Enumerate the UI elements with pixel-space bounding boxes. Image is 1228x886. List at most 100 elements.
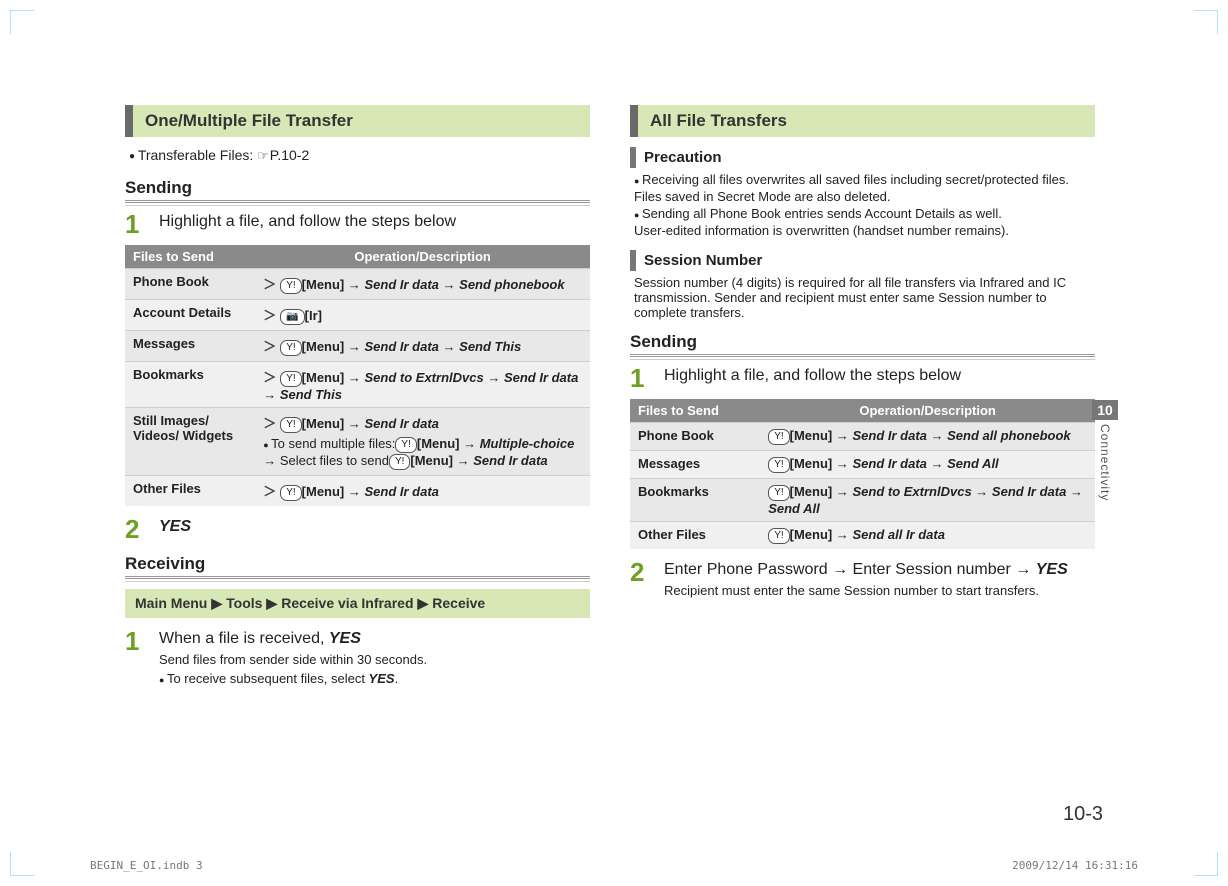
op-token: [Ir] bbox=[305, 308, 322, 323]
op-token: [Menu] bbox=[790, 527, 833, 542]
page-content: One/Multiple File Transfer Transferable … bbox=[125, 105, 1095, 785]
row-label: Bookmarks bbox=[630, 479, 760, 522]
bullet-icon: ● bbox=[263, 440, 271, 450]
cross-ref-icon bbox=[257, 148, 270, 163]
op-token: Send to ExtrnlDvcs bbox=[365, 370, 484, 385]
menu-path-item: Receive bbox=[432, 595, 485, 611]
op-token: Multiple-choice bbox=[480, 436, 575, 451]
right-ops-table: Files to Send Operation/Description Phon… bbox=[630, 399, 1095, 549]
right-column: All File Transfers Precaution Receiving … bbox=[630, 105, 1095, 785]
op-token: [Menu] bbox=[790, 456, 833, 471]
op-token: Send Ir data bbox=[992, 484, 1066, 499]
table-row: Messages＞Y![Menu] → Send Ir data → Send … bbox=[125, 331, 590, 362]
op-token: [Menu] bbox=[302, 339, 345, 354]
recv-sub2-end: . bbox=[395, 671, 399, 686]
precaution-block: Precaution Receiving all files overwrite… bbox=[630, 147, 1095, 238]
row-label: Phone Book bbox=[125, 269, 255, 300]
left-step-2: 2 YES bbox=[125, 516, 590, 542]
step-body: Highlight a file, and follow the steps b… bbox=[664, 365, 1095, 385]
transferable-files-label: Transferable Files: bbox=[138, 147, 253, 163]
session-number-body: Session number (4 digits) is required fo… bbox=[630, 275, 1095, 320]
softkey-icon: Y! bbox=[280, 278, 301, 294]
row-label: Messages bbox=[125, 331, 255, 362]
menu-path-separator-icon: ▶ bbox=[211, 595, 222, 611]
table-header-op: Operation/Description bbox=[760, 399, 1095, 423]
op-token: Send This bbox=[459, 339, 521, 354]
softkey-icon: 📷 bbox=[280, 309, 304, 325]
op-token: Send All bbox=[947, 456, 999, 471]
bullet-icon bbox=[159, 671, 167, 686]
op-token: Send Ir data bbox=[504, 370, 578, 385]
op-token: Send Ir data bbox=[852, 428, 926, 443]
footer-meta: BEGIN_E_OI.indb 3 2009/12/14 16:31:16 bbox=[90, 859, 1138, 872]
row-operation: ＞Y![Menu] → Send Ir data → Send This bbox=[255, 331, 590, 362]
chevron-icon: ＞ bbox=[263, 308, 276, 323]
softkey-icon: Y! bbox=[280, 371, 301, 387]
receiving-step-1: 1 When a file is received, YES Send file… bbox=[125, 628, 590, 686]
op-token: [Menu] bbox=[302, 370, 345, 385]
softkey-icon: Y! bbox=[280, 485, 301, 501]
step-number: 2 bbox=[630, 559, 650, 585]
row-operation: ＞Y![Menu] → Send Ir data● To send multip… bbox=[255, 408, 590, 476]
left-step-1: 1 Highlight a file, and follow the steps… bbox=[125, 211, 590, 237]
op-token: Send This bbox=[280, 387, 342, 402]
recv-sub2-yes: YES bbox=[369, 671, 395, 686]
softkey-icon: Y! bbox=[395, 437, 416, 453]
op-token: [Menu] bbox=[302, 416, 345, 431]
menu-path-bar: Main Menu▶Tools▶Receive via Infrared▶Rec… bbox=[125, 589, 590, 618]
row-label: Messages bbox=[630, 451, 760, 479]
side-tab: 10 Connectivity bbox=[1092, 400, 1118, 501]
op-token: Select files to send bbox=[280, 453, 389, 468]
op-token: Send Ir data bbox=[365, 339, 439, 354]
row-label: Phone Book bbox=[630, 423, 760, 451]
receiving-heading: Receiving bbox=[125, 554, 590, 579]
op-token: Send Ir data bbox=[365, 416, 439, 431]
transferable-files-line: Transferable Files: P.10-2 bbox=[129, 147, 590, 164]
footer-left: BEGIN_E_OI.indb 3 bbox=[90, 859, 203, 872]
session-number-block: Session Number Session number (4 digits)… bbox=[630, 250, 1095, 320]
chevron-icon: ＞ bbox=[263, 277, 276, 292]
chevron-icon: ＞ bbox=[263, 370, 276, 385]
step-number: 1 bbox=[125, 211, 145, 237]
step-body: YES bbox=[159, 516, 590, 536]
op-token: Send all phonebook bbox=[947, 428, 1071, 443]
step-body: Enter Phone Password → Enter Session num… bbox=[664, 559, 1095, 598]
chevron-icon: ＞ bbox=[263, 339, 276, 354]
row-operation: ＞ 📷[Ir] bbox=[255, 300, 590, 331]
table-row: Phone Book＞Y![Menu] → Send Ir data → Sen… bbox=[125, 269, 590, 300]
menu-path-item: Receive via Infrared bbox=[281, 595, 413, 611]
op-token: [Menu] bbox=[302, 484, 345, 499]
right-step-2: 2 Enter Phone Password → Enter Session n… bbox=[630, 559, 1095, 598]
table-row: BookmarksY![Menu] → Send to ExtrnlDvcs →… bbox=[630, 479, 1095, 522]
op-token: [Menu] bbox=[790, 484, 833, 499]
table-row: Still Images/ Videos/ Widgets＞Y![Menu] →… bbox=[125, 408, 590, 476]
op-token: To send multiple files: bbox=[271, 436, 395, 451]
footer-right: 2009/12/14 16:31:16 bbox=[1012, 859, 1138, 872]
softkey-icon: Y! bbox=[280, 340, 301, 356]
precaution-line: Files saved in Secret Mode are also dele… bbox=[644, 189, 1095, 204]
op-token: Send Ir data bbox=[365, 484, 439, 499]
row-operation: Y![Menu] → Send all Ir data bbox=[760, 522, 1095, 550]
table-header-op: Operation/Description bbox=[255, 245, 590, 269]
softkey-icon: Y! bbox=[280, 417, 301, 433]
softkey-icon: Y! bbox=[768, 528, 789, 544]
op-token: [Menu] bbox=[410, 453, 453, 468]
menu-path-item: Tools bbox=[226, 595, 262, 611]
precaution-line: User-edited information is overwritten (… bbox=[644, 223, 1095, 238]
menu-path-separator-icon: ▶ bbox=[266, 595, 277, 611]
op-token: Send all Ir data bbox=[852, 527, 944, 542]
precaution-title: Precaution bbox=[630, 147, 1095, 168]
softkey-icon: Y! bbox=[389, 454, 410, 470]
step2-yes: YES bbox=[1036, 561, 1068, 578]
row-label: Still Images/ Videos/ Widgets bbox=[125, 408, 255, 476]
table-row: Bookmarks＞Y![Menu] → Send to ExtrnlDvcs … bbox=[125, 362, 590, 408]
op-token: Send Ir data bbox=[365, 277, 439, 292]
step-number: 2 bbox=[125, 516, 145, 542]
left-column: One/Multiple File Transfer Transferable … bbox=[125, 105, 590, 785]
row-extra: ● To send multiple files:Y![Menu] → Mult… bbox=[263, 436, 582, 470]
precaution-line: Receiving all files overwrites all saved… bbox=[644, 172, 1095, 187]
op-token: Send to ExtrnlDvcs bbox=[852, 484, 971, 499]
recv-step1-yes: YES bbox=[329, 630, 361, 647]
op-token: [Menu] bbox=[302, 277, 345, 292]
section-title-right: All File Transfers bbox=[630, 105, 1095, 137]
